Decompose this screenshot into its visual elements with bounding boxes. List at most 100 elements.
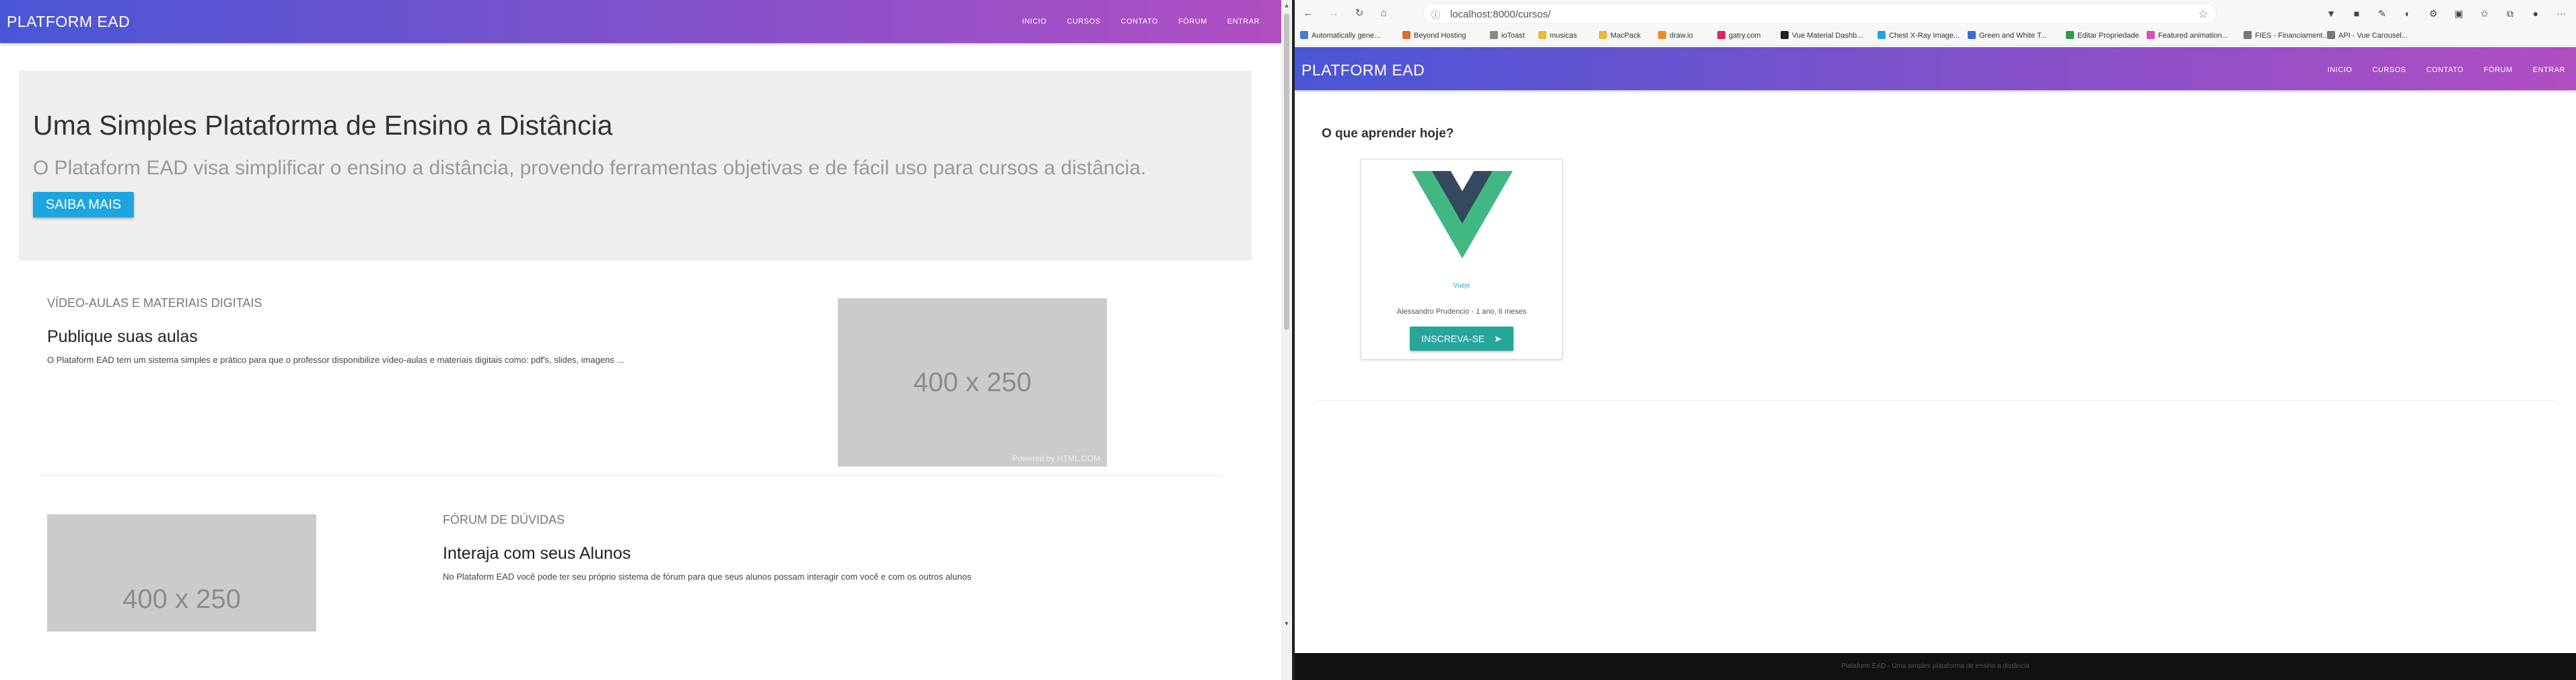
vue-logo-icon <box>1412 171 1513 259</box>
nav-cursos[interactable]: CURSOS <box>1067 18 1100 26</box>
bookmark-favicon-icon <box>1538 31 1546 39</box>
bookmark-item[interactable]: musicas <box>1538 31 1577 40</box>
nav-forum[interactable]: FÓRUM <box>2484 66 2513 74</box>
browser-toolbar: ← → ↻ ⌂ ⓘ localhost:8000/cursos/ ☆ ▼ ■ ✎… <box>1295 0 2576 27</box>
course-name[interactable]: Vuejs <box>1361 282 1562 290</box>
bookmark-item[interactable]: MacPack <box>1599 31 1641 40</box>
bookmark-item[interactable]: API - Vue Carousel... <box>2327 31 2408 40</box>
blue-extension-icon[interactable]: ◐ <box>2400 5 2416 22</box>
inscreva-se-label: INSCREVA-SE <box>1421 333 1485 344</box>
placeholder-credit: Powered by HTML.COM <box>1012 454 1100 463</box>
brand-logo[interactable]: PLATFORM EAD <box>1301 61 1425 79</box>
bookmark-label: musicas <box>1550 32 1577 40</box>
feature1-title: Publique suas aulas <box>47 327 198 346</box>
bookmark-item[interactable]: Featured animation... <box>2147 31 2228 40</box>
bookmark-label: API - Vue Carousel... <box>2338 32 2408 40</box>
forward-icon[interactable]: → <box>1326 5 1342 22</box>
bookmark-favicon-icon <box>2244 31 2252 39</box>
bookmark-label: Beyond Hosting <box>1414 32 1466 40</box>
back-icon[interactable]: ← <box>1300 5 1316 22</box>
feature1-kicker: VÍDEO-AULAS E MATERIAIS DIGITAIS <box>47 296 262 310</box>
info-icon[interactable]: ⓘ <box>1431 8 1440 21</box>
bookmark-item[interactable]: FIES - Financiament... <box>2244 31 2328 40</box>
extension-icons: ▼ ■ ✎ ◐ ⚙ ▣ ✩ ⧉ ● ⋯ <box>2323 5 2569 22</box>
bookmark-favicon-icon <box>1781 31 1789 39</box>
home-icon[interactable]: ⌂ <box>1375 5 1392 22</box>
bookmark-favicon-icon <box>1402 31 1410 39</box>
nav-contato[interactable]: CONTATO <box>1120 18 1157 26</box>
bookmark-item[interactable]: ioToast <box>1490 31 1525 40</box>
bookmark-item[interactable]: Vue Material Dashb... <box>1781 31 1863 40</box>
bookmark-favicon-icon <box>1490 31 1498 39</box>
feature1-desc: O Plataform EAD tem um sistema simples e… <box>47 355 624 365</box>
course-card[interactable]: Vuejs Alessandro Prudencio - 1 ano, 6 me… <box>1361 159 1563 360</box>
footer-text: Plataform EAD - Uma simples plataforma d… <box>1841 662 2030 670</box>
bookmark-favicon-icon <box>1968 31 1976 39</box>
nav-contato[interactable]: CONTATO <box>2426 66 2463 74</box>
bookmark-item[interactable]: Green and White T... <box>1968 31 2047 40</box>
scroll-down-arrow-icon[interactable]: ▼ <box>1281 618 1292 629</box>
bookmark-favicon-icon <box>2147 31 2155 39</box>
more-menu-icon[interactable]: ⋯ <box>2553 5 2569 22</box>
bookmark-favicon-icon <box>1658 31 1666 39</box>
screen: PLATFORM EAD INICIO CURSOS CONTATO FÓRUM… <box>0 0 2576 680</box>
bookmark-item[interactable]: gatry.com <box>1717 31 1760 40</box>
bookmark-item[interactable]: Beyond Hosting <box>1402 31 1466 40</box>
brand-logo[interactable]: PLATFORM EAD <box>7 13 130 31</box>
s-extension-icon[interactable]: ■ <box>2349 5 2365 22</box>
nav-cursos[interactable]: CURSOS <box>2372 66 2406 74</box>
inscreva-se-button[interactable]: INSCREVA-SE ➤ <box>1410 327 1513 351</box>
feature1-image-placeholder: 400 x 250 Powered by HTML.COM <box>838 298 1107 467</box>
bookmark-favicon-icon <box>1300 31 1308 39</box>
nav-links: INICIO CURSOS CONTATO FÓRUM ENTRAR <box>1022 18 1260 26</box>
bookmark-label: Chest X-Ray Image... <box>1889 32 1960 40</box>
nav-forum[interactable]: FÓRUM <box>1178 18 1207 26</box>
scroll-up-arrow-icon[interactable]: ▲ <box>1281 0 1292 11</box>
content-divider <box>1315 400 2557 401</box>
bookmark-label: Editar Propriedade <box>2077 32 2139 40</box>
scroll-thumb[interactable] <box>1284 13 1289 330</box>
bookmark-item[interactable]: draw.io <box>1658 31 1693 40</box>
hero-lead: O Plataform EAD visa simplificar o ensin… <box>33 157 1147 179</box>
feature2-title: Interaja com seus Alunos <box>443 544 631 563</box>
send-icon: ➤ <box>1494 333 1502 344</box>
reload-icon[interactable]: ↻ <box>1351 5 1367 22</box>
nav-inicio[interactable]: INICIO <box>2328 66 2353 74</box>
bookmark-favicon-icon <box>1877 31 1886 39</box>
bookmarks-bar: Automatically gene... Beyond Hosting ioToa… <box>1295 27 2576 46</box>
eyedropper-extension-icon[interactable]: ✎ <box>2374 5 2390 22</box>
hero-jumbotron: Uma Simples Plataforma de Ensino a Distâ… <box>19 71 1252 261</box>
image-extension-icon[interactable]: ▣ <box>2451 5 2467 22</box>
left-window: PLATFORM EAD INICIO CURSOS CONTATO FÓRUM… <box>0 0 1281 680</box>
bookmark-label: MacPack <box>1610 32 1641 40</box>
bookmark-item[interactable]: Automatically gene... <box>1300 31 1380 40</box>
feature2-image-placeholder: 400 x 250 <box>47 514 316 632</box>
favorites-icon[interactable]: ✩ <box>2476 5 2493 22</box>
bookmark-favicon-icon <box>2327 31 2335 39</box>
section-divider <box>40 475 1222 476</box>
url-text[interactable]: localhost:8000/cursos/ <box>1450 9 1550 20</box>
nav-inicio[interactable]: INICIO <box>1022 18 1047 26</box>
placeholder-size-label: 400 x 250 <box>913 368 1032 397</box>
footer: Plataform EAD - Uma simples plataforma d… <box>1295 653 2576 680</box>
bookmark-item[interactable]: Chest X-Ray Image... <box>1877 31 1960 40</box>
favorite-star-icon[interactable]: ☆ <box>2198 7 2208 21</box>
saiba-mais-button[interactable]: SAIBA MAIS <box>33 192 134 217</box>
gear-extension-icon[interactable]: ⚙ <box>2425 5 2441 22</box>
address-bar[interactable]: ⓘ localhost:8000/cursos/ ☆ <box>1423 3 2217 24</box>
filter-extension-icon[interactable]: ▼ <box>2323 5 2339 22</box>
bookmark-favicon-icon <box>1599 31 1607 39</box>
profile-avatar-icon[interactable]: ● <box>2528 5 2544 22</box>
placeholder-size-label: 400 x 250 <box>122 584 241 614</box>
course-author: Alessandro Prudencio - 1 ano, 6 meses <box>1396 308 1527 316</box>
bookmark-favicon-icon <box>2066 31 2074 39</box>
bookmark-label: FIES - Financiament... <box>2255 32 2329 40</box>
hero-title: Uma Simples Plataforma de Ensino a Distâ… <box>33 110 613 141</box>
nav-entrar[interactable]: ENTRAR <box>2533 66 2565 74</box>
bookmark-item[interactable]: Editar Propriedade <box>2066 31 2139 40</box>
collections-icon[interactable]: ⧉ <box>2502 5 2518 22</box>
nav-entrar[interactable]: ENTRAR <box>1227 18 1260 26</box>
bookmark-label: Green and White T... <box>1979 32 2047 40</box>
bookmark-label: ioToast <box>1501 32 1525 40</box>
vertical-scrollbar[interactable]: ▲ ▼ <box>1281 0 1292 680</box>
